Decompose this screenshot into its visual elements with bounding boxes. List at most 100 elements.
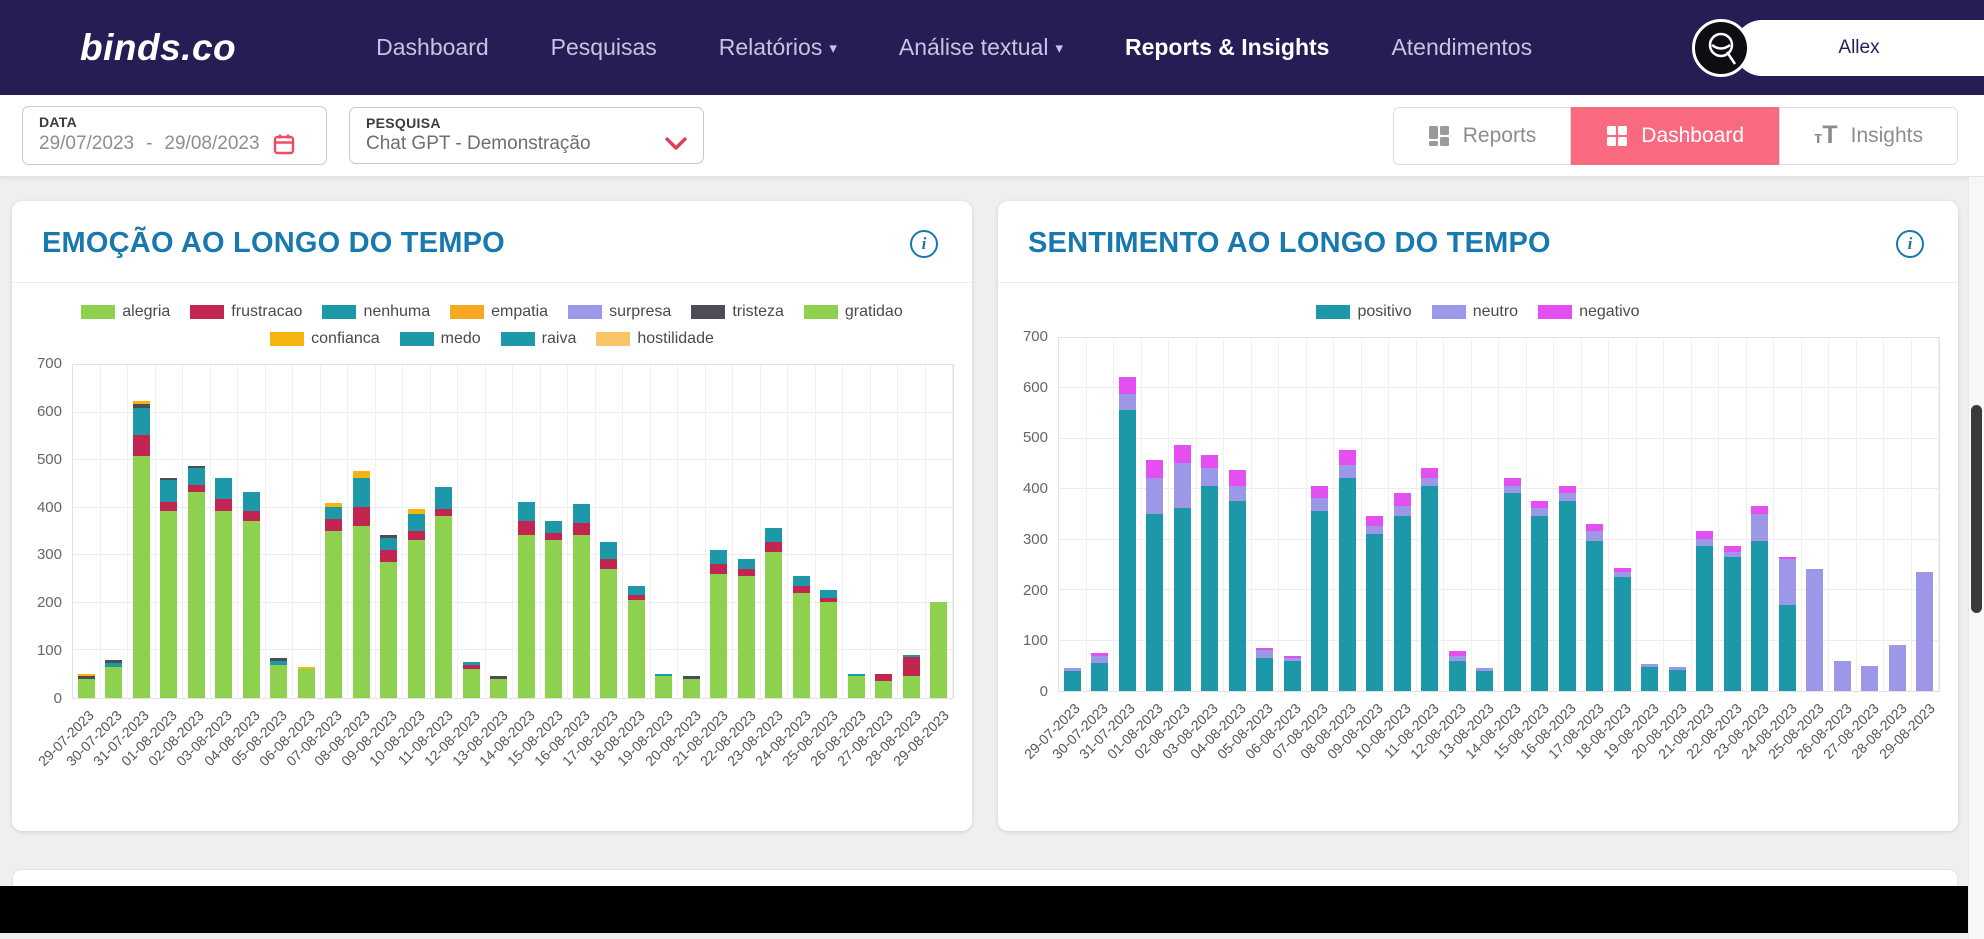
bar-11-08-2023[interactable]: [1421, 468, 1438, 691]
bar-29-08-2023[interactable]: [1916, 572, 1933, 691]
bar-07-08-2023[interactable]: [1311, 486, 1328, 691]
legend-item-surpresa[interactable]: surpresa: [568, 303, 671, 321]
bar-25-08-2023[interactable]: [820, 590, 837, 698]
bar-27-08-2023[interactable]: [875, 674, 892, 698]
bar-20-08-2023[interactable]: [1669, 667, 1686, 691]
user-name-pill[interactable]: Allex: [1734, 20, 1984, 76]
bar-30-07-2023[interactable]: [105, 660, 122, 698]
bar-30-07-2023[interactable]: [1091, 653, 1108, 691]
date-from-value[interactable]: 29/07/2023: [39, 133, 134, 155]
date-range-field[interactable]: DATA 29/07/2023 - 29/08/2023: [22, 106, 327, 165]
nav-item-atendimentos[interactable]: Atendimentos: [1391, 34, 1532, 61]
info-icon[interactable]: i: [910, 230, 938, 258]
dashboard-view-button[interactable]: Dashboard: [1571, 107, 1779, 165]
nav-item-relatorios[interactable]: Relatórios▾: [719, 34, 837, 61]
legend-item-hostilidade[interactable]: hostilidade: [596, 330, 714, 348]
legend-item-gratidao[interactable]: gratidao: [804, 303, 903, 321]
bar-28-08-2023[interactable]: [903, 655, 920, 698]
bar-10-08-2023[interactable]: [1394, 493, 1411, 691]
bar-31-07-2023[interactable]: [1119, 377, 1136, 691]
brand-logo[interactable]: binds.co: [80, 27, 236, 69]
bar-08-08-2023[interactable]: [1339, 450, 1356, 691]
date-to-value[interactable]: 29/08/2023: [164, 133, 259, 155]
bar-09-08-2023[interactable]: [1366, 516, 1383, 691]
bar-14-08-2023[interactable]: [518, 502, 535, 698]
bar-29-07-2023[interactable]: [78, 674, 95, 698]
page-scrollbar-thumb[interactable]: [1971, 405, 1982, 613]
bar-03-08-2023[interactable]: [1201, 455, 1218, 691]
nav-item-analise-textual[interactable]: Análise textual▾: [899, 34, 1063, 61]
bar-04-08-2023[interactable]: [243, 492, 260, 698]
bar-18-08-2023[interactable]: [628, 586, 645, 698]
legend-item-negativo[interactable]: negativo: [1538, 303, 1640, 321]
bar-07-08-2023[interactable]: [325, 503, 342, 698]
bar-02-08-2023[interactable]: [188, 466, 205, 698]
bar-13-08-2023[interactable]: [1476, 668, 1493, 691]
bar-15-08-2023[interactable]: [1531, 501, 1548, 691]
survey-selected-value[interactable]: Chat GPT - Demonstração: [366, 133, 591, 155]
bar-20-08-2023[interactable]: [683, 676, 700, 698]
bar-16-08-2023[interactable]: [1559, 486, 1576, 691]
legend-item-empatia[interactable]: empatia: [450, 303, 548, 321]
bar-23-08-2023[interactable]: [1751, 506, 1768, 691]
user-chip[interactable]: Allex: [1692, 19, 1984, 77]
insights-view-button[interactable]: тT Insights: [1779, 107, 1958, 165]
page-scrollbar-track[interactable]: [1968, 177, 1984, 939]
bar-23-08-2023[interactable]: [765, 528, 782, 698]
bar-01-08-2023[interactable]: [160, 478, 177, 698]
bar-18-08-2023[interactable]: [1614, 568, 1631, 691]
bar-27-08-2023[interactable]: [1861, 666, 1878, 691]
bar-15-08-2023[interactable]: [545, 521, 562, 698]
bar-06-08-2023[interactable]: [298, 667, 315, 698]
bar-05-08-2023[interactable]: [270, 658, 287, 698]
bar-09-08-2023[interactable]: [380, 535, 397, 698]
bar-11-08-2023[interactable]: [435, 487, 452, 698]
bar-22-08-2023[interactable]: [738, 559, 755, 698]
calendar-icon[interactable]: [272, 132, 296, 156]
bar-19-08-2023[interactable]: [1641, 664, 1658, 691]
legend-item-frustracao[interactable]: frustracao: [190, 303, 302, 321]
reports-view-button[interactable]: Reports: [1393, 107, 1572, 165]
bar-22-08-2023[interactable]: [1724, 546, 1741, 691]
bar-03-08-2023[interactable]: [215, 478, 232, 698]
bar-08-08-2023[interactable]: [353, 471, 370, 698]
bar-24-08-2023[interactable]: [1779, 557, 1796, 691]
bar-24-08-2023[interactable]: [793, 576, 810, 698]
bar-17-08-2023[interactable]: [600, 542, 617, 698]
bar-21-08-2023[interactable]: [1696, 531, 1713, 691]
bar-29-07-2023[interactable]: [1064, 668, 1081, 691]
bar-10-08-2023[interactable]: [408, 509, 425, 698]
bar-26-08-2023[interactable]: [848, 674, 865, 698]
bar-28-08-2023[interactable]: [1889, 645, 1906, 691]
bar-12-08-2023[interactable]: [1449, 651, 1466, 691]
legend-item-confianca[interactable]: confianca: [270, 330, 380, 348]
survey-select-field[interactable]: PESQUISA Chat GPT - Demonstração: [349, 107, 704, 164]
legend-item-medo[interactable]: medo: [400, 330, 481, 348]
bar-16-08-2023[interactable]: [573, 504, 590, 698]
legend-item-tristeza[interactable]: tristeza: [691, 303, 784, 321]
bar-31-07-2023[interactable]: [133, 401, 150, 698]
nav-item-reports-insights[interactable]: Reports & Insights: [1125, 34, 1329, 61]
chevron-down-icon[interactable]: [665, 137, 687, 151]
bar-12-08-2023[interactable]: [463, 662, 480, 698]
bar-05-08-2023[interactable]: [1256, 648, 1273, 691]
legend-item-raiva[interactable]: raiva: [501, 330, 577, 348]
bar-17-08-2023[interactable]: [1586, 524, 1603, 691]
bar-13-08-2023[interactable]: [490, 676, 507, 698]
bar-01-08-2023[interactable]: [1146, 460, 1163, 691]
legend-item-nenhuma[interactable]: nenhuma: [322, 303, 430, 321]
info-icon[interactable]: i: [1896, 230, 1924, 258]
bar-29-08-2023[interactable]: [930, 602, 947, 698]
nav-item-pesquisas[interactable]: Pesquisas: [551, 34, 657, 61]
bar-19-08-2023[interactable]: [655, 674, 672, 698]
bar-02-08-2023[interactable]: [1174, 445, 1191, 691]
legend-item-neutro[interactable]: neutro: [1432, 303, 1518, 321]
bar-04-08-2023[interactable]: [1229, 470, 1246, 691]
legend-item-alegria[interactable]: alegria: [81, 303, 170, 321]
bar-25-08-2023[interactable]: [1806, 569, 1823, 691]
legend-item-positivo[interactable]: positivo: [1316, 303, 1411, 321]
bar-21-08-2023[interactable]: [710, 550, 727, 698]
avatar[interactable]: [1692, 19, 1750, 77]
bar-26-08-2023[interactable]: [1834, 661, 1851, 691]
nav-item-dashboard[interactable]: Dashboard: [376, 34, 489, 61]
